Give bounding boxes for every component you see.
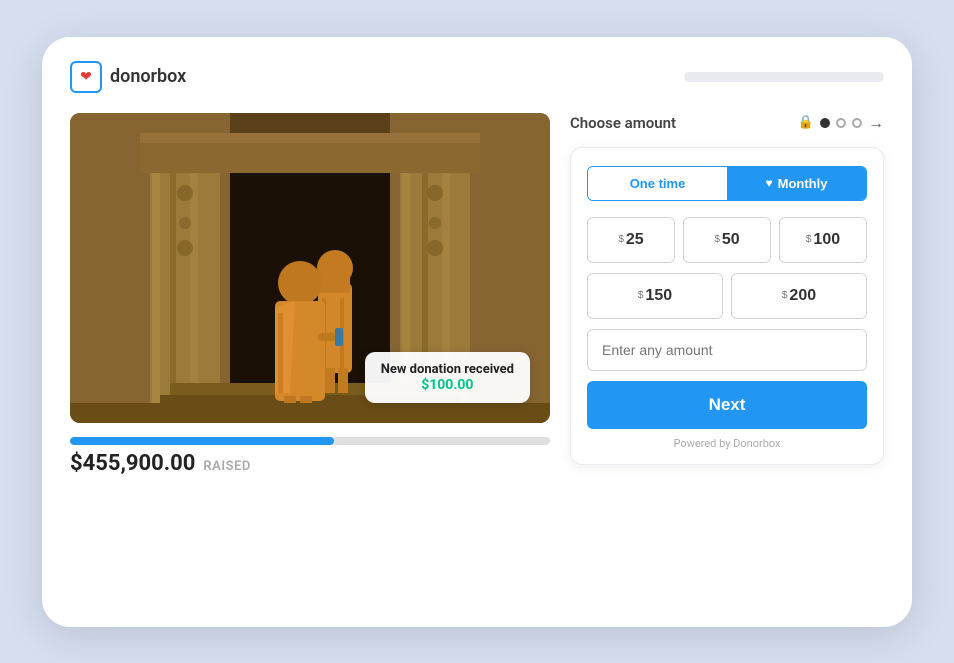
dollar-sign-1: $ xyxy=(618,234,624,245)
logo-heart-icon: ❤ xyxy=(80,69,92,85)
left-side: New donation received $100.00 $455,900.0… xyxy=(70,113,550,476)
amount-150-button[interactable]: $ 150 xyxy=(587,273,723,319)
progress-bar-bg xyxy=(70,437,550,445)
arrow-icon: → xyxy=(868,113,884,133)
amount-50-value: 50 xyxy=(722,231,740,249)
monthly-button[interactable]: ♥ Monthly xyxy=(727,167,866,200)
donation-toast-amount: $100.00 xyxy=(381,377,514,393)
right-side: Choose amount 🔒 → One time ♥ Monthly xyxy=(570,113,884,465)
one-time-button[interactable]: One time xyxy=(588,167,727,200)
progress-section: $455,900.00 RAISED xyxy=(70,437,550,476)
main-content: New donation received $100.00 $455,900.0… xyxy=(70,113,884,476)
frequency-toggle: One time ♥ Monthly xyxy=(587,166,867,201)
donation-toast: New donation received $100.00 xyxy=(365,352,530,403)
dollar-sign-4: $ xyxy=(638,290,644,301)
next-button[interactable]: Next xyxy=(587,381,867,429)
amount-100-value: 100 xyxy=(813,231,840,249)
step-dot-1 xyxy=(820,118,830,128)
choose-amount-label: Choose amount xyxy=(570,114,676,132)
amount-row2: $ 150 $ 200 xyxy=(587,273,867,319)
device-frame: ❤ donorbox xyxy=(42,37,912,627)
widget-steps: 🔒 → xyxy=(798,113,884,133)
amount-150-value: 150 xyxy=(645,287,672,305)
step-dot-2 xyxy=(836,118,846,128)
lock-icon: 🔒 xyxy=(798,115,814,130)
powered-by: Powered by Donorbox xyxy=(587,437,867,450)
heart-icon: ♥ xyxy=(766,176,773,190)
progress-bar-fill xyxy=(70,437,334,445)
progress-amount: $455,900.00 xyxy=(70,451,195,476)
donation-card: One time ♥ Monthly $ 25 $ 50 xyxy=(570,147,884,465)
amount-25-button[interactable]: $ 25 xyxy=(587,217,675,263)
monthly-label: Monthly xyxy=(778,176,828,191)
dollar-sign-3: $ xyxy=(806,234,812,245)
step-dot-3 xyxy=(852,118,862,128)
dollar-sign-2: $ xyxy=(714,234,720,245)
logo-text: donorbox xyxy=(110,66,186,87)
custom-amount-input[interactable] xyxy=(587,329,867,371)
header: ❤ donorbox xyxy=(70,61,884,93)
header-bar xyxy=(684,72,884,82)
progress-text: $455,900.00 RAISED xyxy=(70,451,550,476)
campaign-image: New donation received $100.00 xyxy=(70,113,550,423)
amount-25-value: 25 xyxy=(626,231,644,249)
dollar-sign-5: $ xyxy=(782,290,788,301)
donation-toast-title: New donation received xyxy=(381,362,514,377)
amount-100-button[interactable]: $ 100 xyxy=(779,217,867,263)
logo-box: ❤ xyxy=(70,61,102,93)
progress-label: RAISED xyxy=(203,459,250,474)
amount-50-button[interactable]: $ 50 xyxy=(683,217,771,263)
widget-header: Choose amount 🔒 → xyxy=(570,113,884,133)
amount-200-value: 200 xyxy=(789,287,816,305)
amount-200-button[interactable]: $ 200 xyxy=(731,273,867,319)
amount-grid: $ 25 $ 50 $ 100 xyxy=(587,217,867,263)
